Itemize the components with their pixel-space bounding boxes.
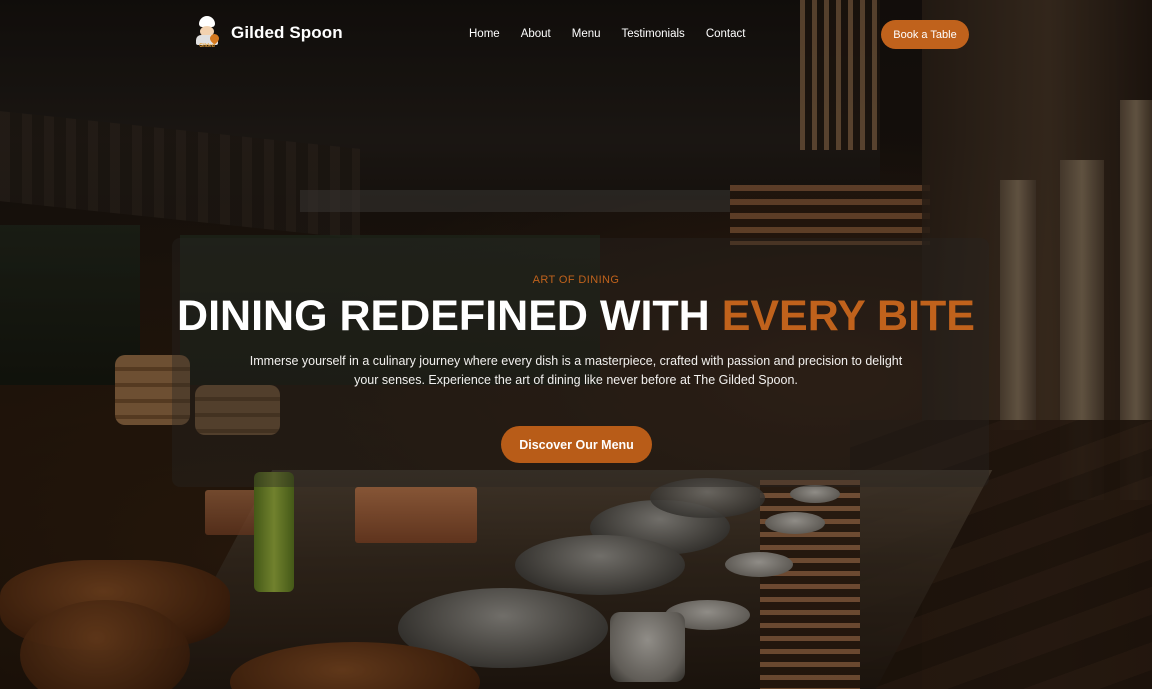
hero-headline: DINING REDEFINED WITH EVERY BITE: [150, 290, 1002, 342]
chef-logo-icon: Gilded: [193, 16, 221, 50]
hero-eyebrow: ART OF DINING: [532, 274, 620, 286]
brand-name: Gilded Spoon: [231, 23, 343, 42]
nav-link-menu[interactable]: Menu: [572, 28, 601, 40]
book-table-button[interactable]: Book a Table: [881, 20, 969, 49]
nav-link-contact[interactable]: Contact: [706, 28, 746, 40]
discover-menu-button[interactable]: Discover Our Menu: [501, 426, 652, 463]
nav-link-testimonials[interactable]: Testimonials: [622, 28, 685, 40]
site-header: Gilded Gilded Spoon Home About Menu Test…: [0, 0, 1152, 70]
headline-main: DINING REDEFINED WITH: [177, 292, 722, 340]
brand-logo-link[interactable]: Gilded Gilded Spoon: [193, 16, 343, 50]
nav-link-about[interactable]: About: [521, 28, 551, 40]
main-nav: Home About Menu Testimonials Contact: [469, 28, 766, 40]
headline-accent: EVERY BITE: [721, 292, 975, 340]
logo-label: Gilded: [199, 43, 215, 49]
hero-description: Immerse yourself in a culinary journey w…: [249, 354, 903, 387]
nav-link-home[interactable]: Home: [469, 28, 500, 40]
